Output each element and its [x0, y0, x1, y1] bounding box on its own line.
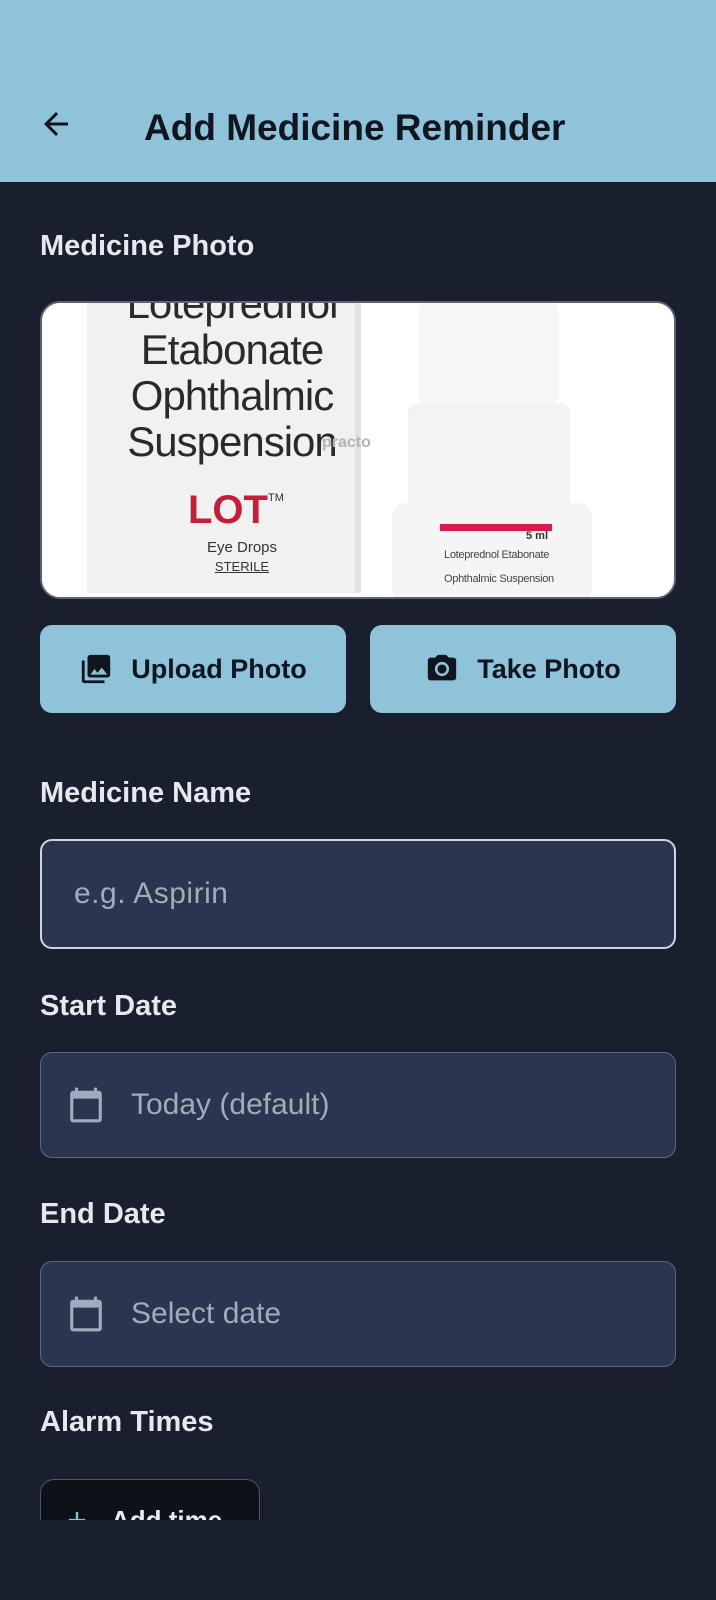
- medicine-photo[interactable]: Loteprednol Etabonate Ophthalmic Suspens…: [40, 301, 676, 599]
- box-text-line: Loteprednol: [126, 301, 339, 327]
- arrow-left-icon: [38, 106, 74, 147]
- trademark: TM: [267, 492, 284, 504]
- medicine-name-input[interactable]: e.g. Aspirin: [40, 839, 676, 949]
- product-subtitle: Eye Drops: [206, 539, 278, 556]
- sterile-label: STERILE: [214, 559, 270, 574]
- end-date-label: End Date: [40, 1198, 166, 1230]
- bottle-label-line: Loteprednol Etabonate: [444, 549, 550, 561]
- box-text-line: Suspension: [127, 418, 338, 465]
- box-text-line: Etabonate: [140, 326, 325, 373]
- camera-icon: [425, 652, 459, 686]
- page-title: Add Medicine Reminder: [144, 107, 566, 148]
- medicine-photo-label: Medicine Photo: [40, 230, 255, 262]
- box-text-line: Ophthalmic: [130, 372, 334, 419]
- start-date-field[interactable]: Today (default): [40, 1052, 676, 1158]
- app-bar: Add Medicine Reminder: [0, 0, 716, 182]
- calendar-icon: [67, 1295, 105, 1333]
- take-photo-button[interactable]: Take Photo: [370, 625, 676, 713]
- end-date-field[interactable]: Select date: [40, 1261, 676, 1367]
- gallery-icon: [79, 652, 113, 686]
- upload-photo-button[interactable]: Upload Photo: [40, 625, 346, 713]
- end-date-placeholder: Select date: [131, 1297, 282, 1330]
- start-date-placeholder: Today (default): [131, 1088, 330, 1121]
- back-button[interactable]: [34, 104, 78, 148]
- scroll-cutoff: [0, 1520, 716, 1600]
- bottle-volume: 5 ml: [526, 530, 549, 542]
- bottle-label-line: Ophthalmic Suspension: [444, 573, 554, 585]
- take-photo-label: Take Photo: [477, 653, 621, 684]
- brand-name: LOT: [188, 488, 268, 532]
- watermark: practo: [322, 434, 371, 451]
- alarm-times-label: Alarm Times: [40, 1406, 214, 1438]
- calendar-icon: [67, 1086, 105, 1124]
- medicine-name-label: Medicine Name: [40, 777, 252, 809]
- medicine-name-placeholder: e.g. Aspirin: [74, 877, 229, 910]
- upload-photo-label: Upload Photo: [131, 653, 307, 684]
- start-date-label: Start Date: [40, 990, 177, 1022]
